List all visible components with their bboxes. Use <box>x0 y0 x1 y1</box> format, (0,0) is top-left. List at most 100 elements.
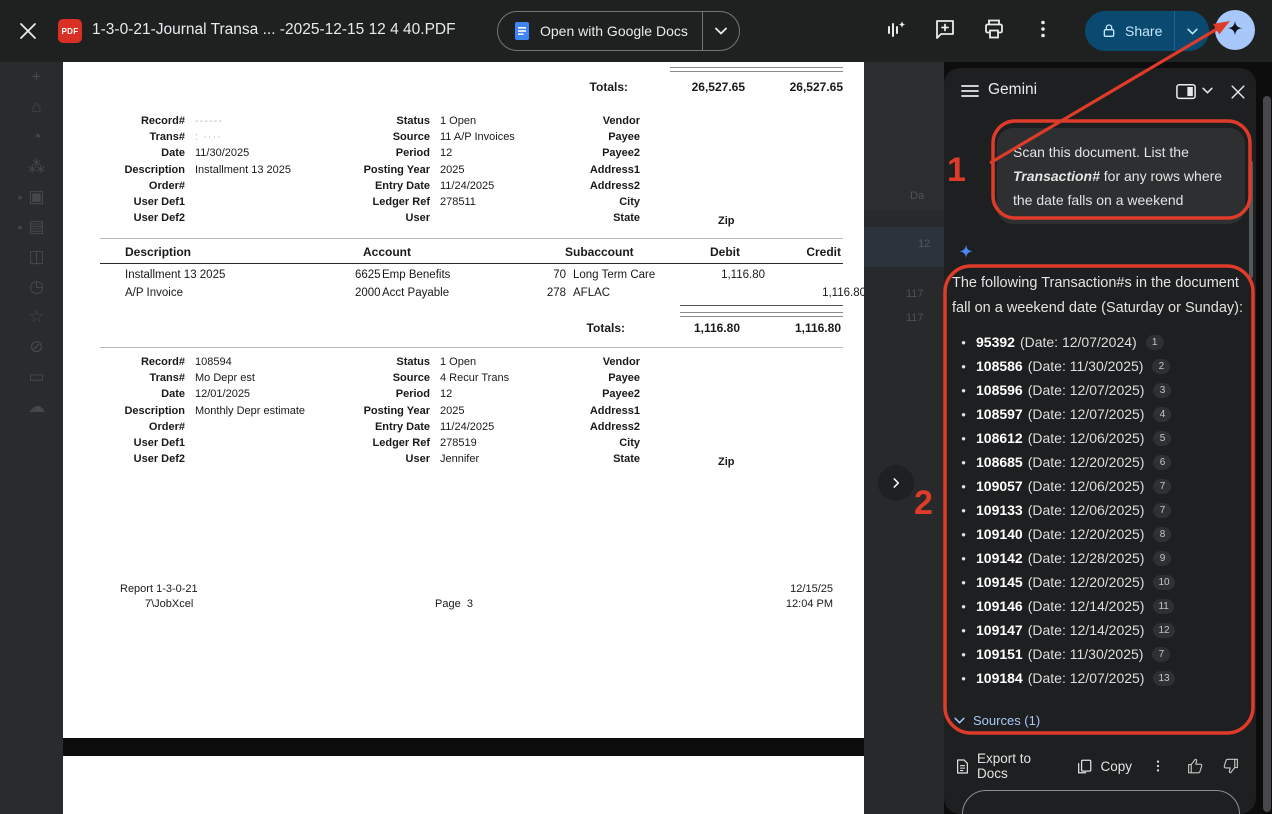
recent-icon[interactable]: ◷ <box>0 272 63 302</box>
next-page-button[interactable] <box>878 465 914 501</box>
record-field: User Def2 <box>95 453 305 469</box>
record-field: Address2 <box>543 421 650 437</box>
record-field: Order# <box>95 421 305 437</box>
record-field: Trans#: ···· <box>95 131 291 147</box>
top-bar: PDF 1-3-0-21-Journal Transa ... -2025-12… <box>0 0 1272 62</box>
record-field: Posting Year2025 <box>353 164 515 180</box>
panel-layout-dropdown-icon[interactable] <box>1202 87 1224 109</box>
menu-icon[interactable] <box>960 82 982 104</box>
report-time: 12:04 PM <box>733 598 833 610</box>
starred-icon[interactable]: ☆ <box>0 302 63 332</box>
record2-left-fields: Record#108594Trans#Mo Depr estDate12/01/… <box>95 356 305 469</box>
citation-badge[interactable]: 7 <box>1152 647 1170 662</box>
record-field: Source4 Recur Trans <box>353 372 509 388</box>
share-dropdown-icon[interactable] <box>1175 11 1209 51</box>
gemini-button[interactable] <box>1215 10 1255 50</box>
spam-icon[interactable]: ⊘ <box>0 332 63 362</box>
share-label: Share <box>1125 23 1162 39</box>
citation-badge[interactable]: 10 <box>1153 575 1174 590</box>
close-panel-icon[interactable] <box>1228 82 1250 104</box>
shared-with-me-icon[interactable]: ◫ <box>0 242 63 272</box>
journal-row: Installment 13 2025 6625 Emp Benefits 70… <box>100 269 866 281</box>
transaction-list-item: • 108612 (Date: 12/06/2025) 5 <box>945 430 1250 454</box>
citation-badge[interactable]: 7 <box>1153 479 1171 494</box>
record-field: User Def1 <box>95 437 305 453</box>
citation-badge[interactable]: 4 <box>1153 407 1171 422</box>
ask-gemini-input[interactable]: Ask Gemini <box>962 790 1240 814</box>
shared-drives-icon[interactable]: ▸▤ <box>0 212 63 242</box>
home-icon[interactable]: ⌂ <box>0 92 63 122</box>
citation-badge[interactable]: 5 <box>1153 431 1171 446</box>
response-actions: Export to Docs Copy <box>950 745 1246 787</box>
trash-icon[interactable]: ▭ <box>0 362 63 392</box>
record-field: Payee <box>543 372 650 388</box>
open-with-google-docs-button[interactable]: Open with Google Docs <box>497 11 740 51</box>
totals-debit: 26,527.65 <box>645 80 745 94</box>
citation-badge[interactable]: 1 <box>1146 335 1164 350</box>
record2-mid-fields: Status1 OpenSource4 Recur TransPeriod12P… <box>353 356 509 469</box>
share-button[interactable]: Share <box>1085 11 1209 51</box>
gemini-response-sparkle-icon <box>956 243 976 263</box>
record-field: City <box>543 437 650 453</box>
audio-equalizer-sparkle-icon[interactable] <box>884 17 908 41</box>
add-comment-icon[interactable] <box>933 17 957 41</box>
zip-label: Zip <box>718 215 735 227</box>
record-field: Address1 <box>543 164 650 180</box>
record-field: Ledger Ref278511 <box>353 196 515 212</box>
header-rule <box>100 263 843 264</box>
print-icon[interactable] <box>982 17 1006 41</box>
copy-button[interactable]: Copy <box>1071 752 1138 781</box>
record-field: Status1 Open <box>353 115 515 131</box>
citation-badge[interactable]: 13 <box>1153 671 1174 686</box>
lock-icon <box>1101 23 1117 39</box>
col-header-subaccount: Subaccount <box>565 245 634 259</box>
totals-label: Totals: <box>528 80 628 94</box>
record-field: Trans#Mo Depr est <box>95 372 305 388</box>
citation-badge[interactable]: 9 <box>1153 551 1171 566</box>
notifications-icon[interactable]: ◔ <box>0 122 63 152</box>
record-field: Source11 A/P Invoices <box>353 131 515 147</box>
citation-badge[interactable]: 7 <box>1153 503 1171 518</box>
export-to-docs-button[interactable]: Export to Docs <box>950 745 1059 787</box>
record-field: Payee2 <box>543 388 650 404</box>
open-with-dropdown-icon[interactable] <box>703 12 739 50</box>
credit-underline <box>680 305 843 306</box>
dimmed-highlight-row <box>864 227 944 267</box>
thumbs-down-icon[interactable] <box>1216 751 1246 781</box>
response-more-options-icon[interactable] <box>1144 752 1172 780</box>
thumbs-up-icon[interactable] <box>1180 751 1210 781</box>
sources-toggle[interactable]: Sources (1) <box>954 713 1040 728</box>
page-number: 3 <box>467 598 473 610</box>
user-prompt-bubble: Scan this document. List the Transaction… <box>997 128 1245 224</box>
panel-layout-icon[interactable] <box>1176 83 1198 105</box>
record-field: Record#------ <box>95 115 291 131</box>
record-field: UserJennifer <box>353 453 509 469</box>
record-field: Payee2 <box>543 147 650 163</box>
transaction-list-item: • 108596 (Date: 12/07/2025) 3 <box>945 382 1250 406</box>
citation-badge[interactable]: 8 <box>1153 527 1171 542</box>
citation-badge[interactable]: 12 <box>1153 623 1174 638</box>
record-field: DescriptionInstallment 13 2025 <box>95 164 291 180</box>
my-drive-icon[interactable]: ▸▣ <box>0 182 63 212</box>
drive-sidebar-dimmed: + ⌂ ◔ ⁂ ▸▣ ▸▤ ◫ ◷ ☆ ⊘ ▭ ☁ <box>0 62 63 814</box>
transaction-list-item: • 109142 (Date: 12/28/2025) 9 <box>945 550 1250 574</box>
storage-icon[interactable]: ☁ <box>0 392 63 422</box>
col-header-description: Description <box>125 245 191 259</box>
new-icon[interactable]: + <box>0 62 63 92</box>
panel-scrollbar[interactable] <box>1249 161 1253 278</box>
chevron-right-icon <box>889 476 903 490</box>
window-scrollbar[interactable] <box>1263 96 1271 812</box>
transaction-list-item: • 109140 (Date: 12/20/2025) 8 <box>945 526 1250 550</box>
citation-badge[interactable]: 11 <box>1153 599 1173 614</box>
report-source: 7\JobXcel <box>145 598 193 610</box>
record-field: Address2 <box>543 180 650 196</box>
table-totals-debit: 1,116.80 <box>640 321 740 335</box>
citation-badge[interactable]: 6 <box>1153 455 1171 470</box>
close-preview-icon[interactable] <box>16 19 40 43</box>
col-header-account: Account <box>363 245 411 259</box>
more-options-icon[interactable] <box>1031 17 1055 41</box>
table-totals-label: Totals: <box>525 321 625 335</box>
workspaces-icon[interactable]: ⁂ <box>0 152 63 182</box>
citation-badge[interactable]: 3 <box>1153 383 1171 398</box>
citation-badge[interactable]: 2 <box>1152 359 1170 374</box>
